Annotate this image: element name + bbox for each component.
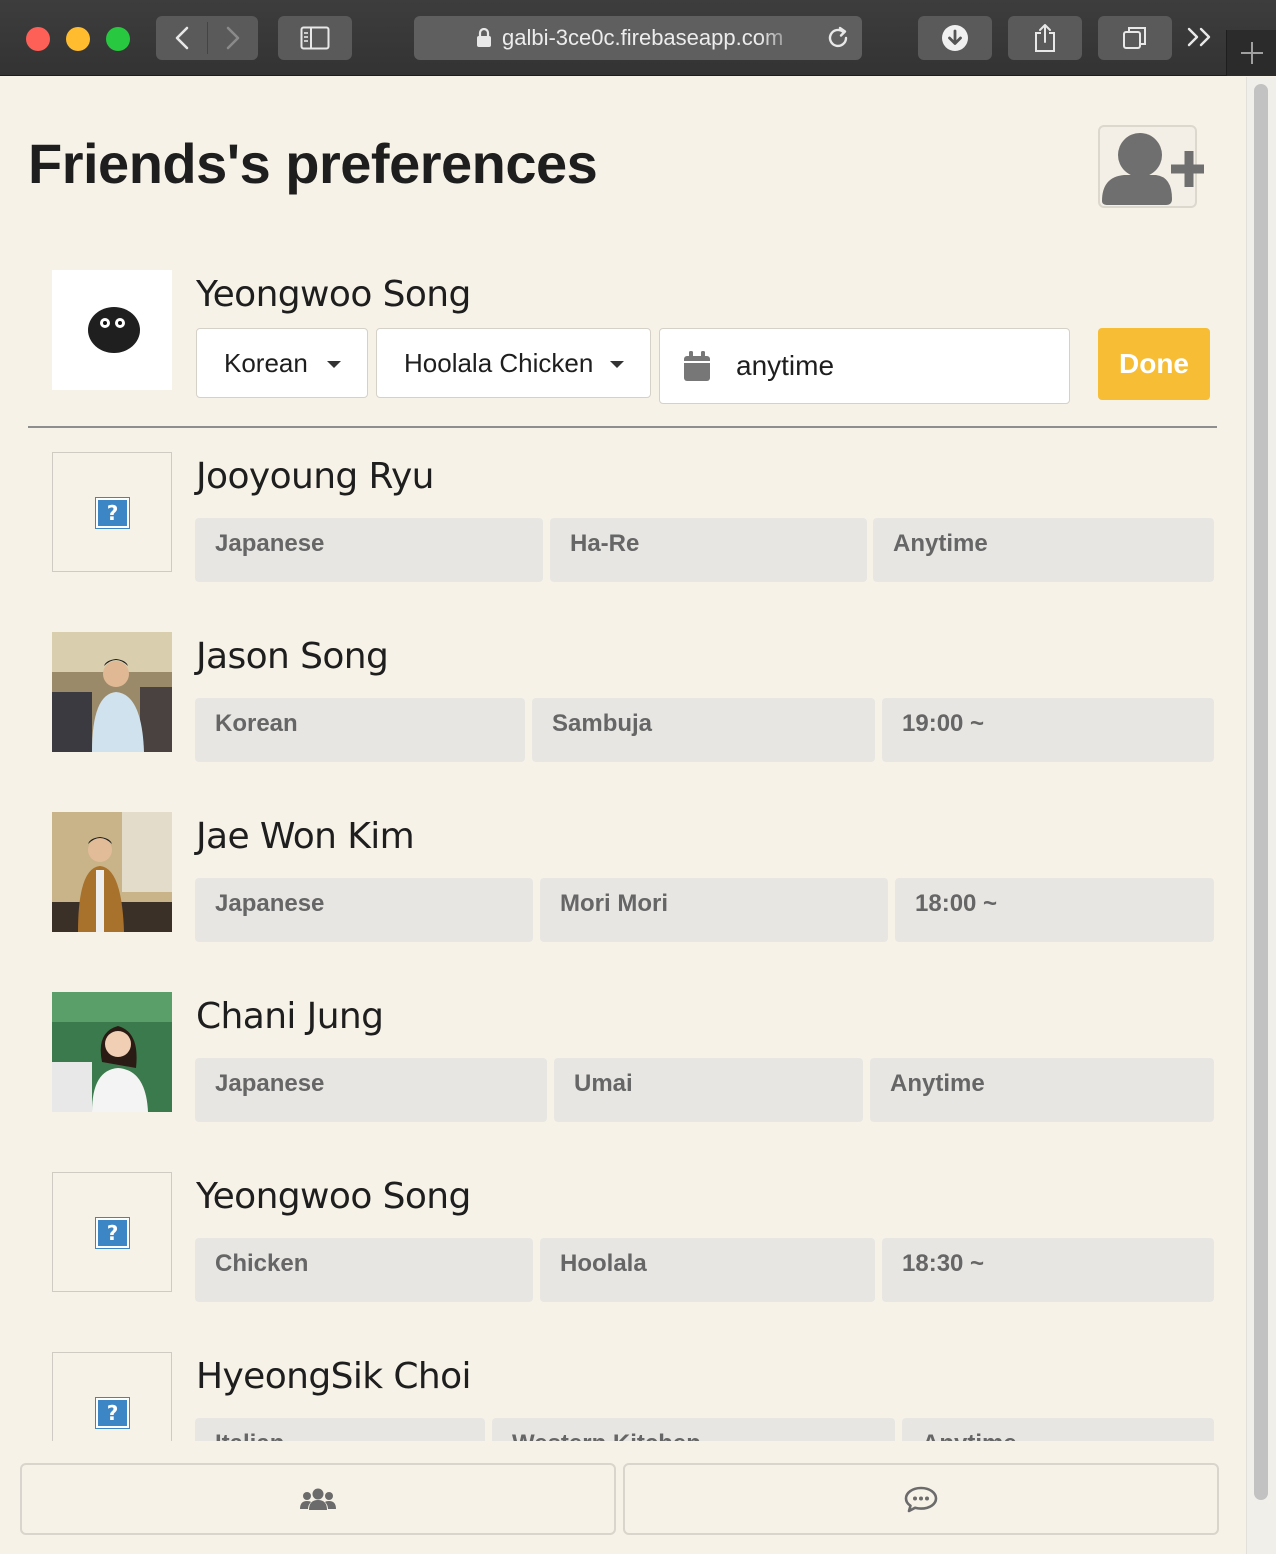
friend-restaurant-chip: Sambuja: [532, 698, 875, 762]
download-icon: [942, 25, 968, 51]
history-nav: [156, 16, 258, 60]
friend-time-chip: 18:30 ~: [882, 1238, 1214, 1302]
share-icon: [1035, 24, 1055, 52]
sidebar-icon: [300, 26, 330, 50]
friend-time-chip: Anytime: [873, 518, 1214, 582]
group-icon: [300, 1488, 336, 1510]
new-tab-icon: [1240, 42, 1263, 64]
friend-avatar-photo: [52, 812, 172, 932]
share-button[interactable]: [1008, 16, 1082, 60]
overflow-button[interactable]: [1186, 24, 1214, 55]
my-avatar: [52, 270, 172, 390]
my-name: Yeongwoo Song: [196, 274, 471, 315]
scrollbar-thumb[interactable]: [1254, 84, 1268, 1500]
url-text: galbi-3ce0c.firebaseapp.com: [502, 25, 784, 50]
friend-avatar-photo: [52, 992, 172, 1112]
back-button[interactable]: [156, 16, 207, 60]
close-window-button[interactable]: [26, 27, 50, 51]
back-icon: [175, 26, 188, 50]
tabs-icon: [1123, 27, 1146, 49]
restaurant-select-value: Hoolala Chicken: [404, 347, 594, 378]
friend-restaurant-chip: Hoolala: [540, 1238, 875, 1302]
chat-icon: [904, 1486, 938, 1513]
friend-restaurant-chip: Mori Mori: [540, 878, 888, 942]
page-title: Friends's preferences: [28, 132, 598, 195]
friend-avatar-placeholder: ?: [52, 452, 172, 572]
friend-name: Jason Song: [196, 636, 389, 677]
friend-name: Jae Won Kim: [196, 816, 415, 857]
forward-button[interactable]: [207, 16, 258, 60]
browser-toolbar: galbi-3ce0c.firebaseapp.com: [0, 0, 1276, 76]
friend-cuisine-chip: Chicken: [195, 1238, 533, 1302]
time-value: anytime: [736, 350, 835, 381]
person-photo-image: [52, 992, 172, 1112]
done-button[interactable]: Done: [1098, 328, 1210, 400]
friend-name: Yeongwoo Song: [196, 1176, 471, 1217]
chevron-down-icon: [610, 361, 624, 368]
minimize-window-button[interactable]: [66, 27, 90, 51]
friend-name: Chani Jung: [196, 996, 384, 1037]
add-friend-button[interactable]: [1098, 125, 1204, 208]
missing-image-icon: ?: [95, 497, 130, 529]
friend-time-chip: Anytime: [870, 1058, 1214, 1122]
page-content: Friends's preferences Yeongwoo Song Kore…: [0, 77, 1246, 1554]
cuisine-select[interactable]: Korean: [196, 328, 368, 398]
person-photo-image: [52, 812, 172, 932]
lock-icon: [477, 28, 491, 47]
friend-cuisine-chip: Japanese: [195, 1058, 547, 1122]
restaurant-select[interactable]: Hoolala Chicken: [376, 328, 651, 398]
sidebar-button[interactable]: [278, 16, 352, 60]
friends-tab-button[interactable]: [20, 1463, 616, 1535]
friend-avatar-placeholder: ?: [52, 1172, 172, 1292]
chevron-down-icon: [327, 361, 341, 368]
friend-restaurant-chip: Ha-Re: [550, 518, 867, 582]
overflow-icon: [1187, 27, 1211, 47]
cuisine-select-value: Korean: [224, 347, 308, 378]
bottom-nav: [0, 1441, 1246, 1554]
friend-cuisine-chip: Japanese: [195, 878, 533, 942]
new-tab-button[interactable]: [1226, 30, 1276, 76]
missing-image-icon: ?: [95, 1397, 130, 1429]
friend-avatar-photo: [52, 632, 172, 752]
add-user-icon: [1102, 133, 1204, 205]
friend-name: Jooyoung Ryu: [196, 456, 435, 497]
chat-tab-button[interactable]: [623, 1463, 1219, 1535]
time-picker-field[interactable]: anytime: [659, 328, 1070, 404]
address-bar[interactable]: galbi-3ce0c.firebaseapp.com: [414, 16, 862, 60]
friend-name: HyeongSik Choi: [196, 1356, 472, 1397]
friend-time-chip: 18:00 ~: [895, 878, 1214, 942]
friend-restaurant-chip: Umai: [554, 1058, 863, 1122]
person-photo-image: [52, 632, 172, 752]
reload-icon[interactable]: [824, 24, 852, 52]
downloads-button[interactable]: [918, 16, 992, 60]
tab-overview-button[interactable]: [1098, 16, 1172, 60]
forward-icon: [226, 26, 239, 50]
friend-cuisine-chip: Japanese: [195, 518, 543, 582]
zoom-window-button[interactable]: [106, 27, 130, 51]
missing-image-icon: ?: [95, 1217, 130, 1249]
calendar-icon: [684, 351, 710, 381]
friend-cuisine-chip: Korean: [195, 698, 525, 762]
friend-time-chip: 19:00 ~: [882, 698, 1214, 762]
soot-sprite-avatar-image: [88, 307, 140, 353]
divider: [28, 426, 1217, 428]
